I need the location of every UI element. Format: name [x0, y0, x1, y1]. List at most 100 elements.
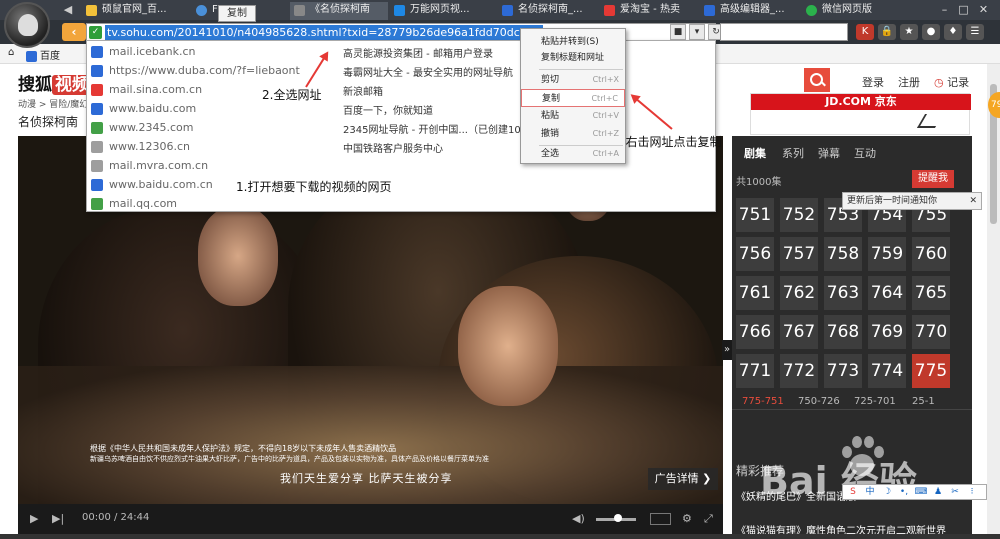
range-tab[interactable]: 725-701 — [854, 396, 896, 407]
episode-button[interactable]: 771 — [736, 354, 774, 388]
episode-button[interactable]: 757 — [780, 237, 818, 271]
ime-tool-icon[interactable]: ✂ — [948, 486, 962, 498]
episode-button[interactable]: 766 — [736, 315, 774, 349]
episode-button[interactable]: 767 — [780, 315, 818, 349]
tab-3-active[interactable]: 《名侦探柯南 — [290, 2, 388, 20]
tab-7[interactable]: 高级编辑器_... — [700, 2, 800, 20]
url-action-icons: ■ ▾ ↻ — [670, 24, 724, 40]
quality-button[interactable] — [650, 513, 672, 525]
url-suggestion-item[interactable]: mail.qq.com — [87, 195, 715, 214]
menu-copy-title-url[interactable]: 复制标题和网址 — [521, 49, 625, 67]
star-icon[interactable]: ★ — [900, 24, 918, 40]
menu-select-all[interactable]: 全选 Ctrl+A — [521, 145, 625, 163]
tab-interact[interactable]: 互动 — [854, 145, 876, 161]
menu-cut[interactable]: 剪切 Ctrl+X — [521, 71, 625, 89]
mode-icon[interactable]: ■ — [670, 24, 686, 40]
range-tab[interactable]: 750-726 — [798, 396, 840, 407]
next-icon[interactable]: ▶| — [52, 512, 64, 525]
close-icon[interactable]: ✕ — [969, 193, 977, 209]
site-favicon-icon — [91, 46, 103, 58]
bookmark-baidu[interactable]: 百度 — [26, 47, 60, 62]
ime-keyboard-icon[interactable]: ⌨ — [914, 486, 928, 498]
minimize-icon[interactable]: – — [936, 2, 953, 17]
suggestion-url: mail.sina.com.cn — [109, 83, 203, 96]
panel-toggle-icon[interactable]: » — [722, 340, 732, 360]
search-button[interactable] — [804, 68, 830, 92]
lock-icon[interactable]: 🔒 — [878, 24, 896, 40]
tab-episodes[interactable]: 剧集 — [744, 145, 766, 161]
tab-6[interactable]: 爱淘宝 - 热卖 — [600, 2, 700, 20]
ime-chinese-icon[interactable]: 中 — [863, 486, 877, 498]
tab-favicon-icon — [394, 5, 405, 16]
jd-ad-banner[interactable]: JD.COM 京东 — [750, 93, 971, 135]
episode-button[interactable]: 773 — [824, 354, 862, 388]
range-tab[interactable]: 775-751 — [742, 396, 784, 407]
tab-favicon-icon — [86, 5, 97, 16]
episode-button[interactable]: 758 — [824, 237, 862, 271]
episode-button[interactable]: 763 — [824, 276, 862, 310]
ad-detail-button[interactable]: 广告详情 ❯ — [648, 468, 718, 490]
ime-dot-icon[interactable]: •, — [897, 486, 911, 498]
tab-8[interactable]: 微信网页版 — [802, 2, 892, 20]
menu-icon[interactable]: ☰ — [966, 24, 984, 40]
volume-icon[interactable]: ◀) — [572, 512, 585, 525]
k-extension-icon[interactable]: K — [856, 24, 874, 40]
url-suggestion-item[interactable]: www.baidu.com.cn — [87, 176, 715, 195]
episode-button[interactable]: 775 — [912, 354, 950, 388]
suggestion-title: 2345网址导航 - 开创中国...（已创建10 — [343, 125, 521, 136]
tab-danmaku[interactable]: 弹幕 — [818, 145, 840, 161]
episode-button[interactable]: 762 — [780, 276, 818, 310]
episode-button[interactable]: 774 — [868, 354, 906, 388]
menu-undo[interactable]: 撤销 Ctrl+Z — [521, 125, 625, 143]
toolbar-icon[interactable]: ● — [922, 24, 940, 40]
ime-s-icon[interactable]: S — [846, 486, 860, 498]
menu-paste[interactable]: 粘贴 Ctrl+V — [521, 107, 625, 125]
episode-button[interactable]: 760 — [912, 237, 950, 271]
settings-icon[interactable]: ⚙ — [682, 512, 692, 525]
status-strip — [0, 534, 1000, 539]
suggestion-url: mail.mvra.com.cn — [109, 159, 209, 172]
close-icon[interactable]: ✕ — [975, 2, 992, 17]
range-tab[interactable]: 25-1 — [912, 396, 935, 407]
ime-menu-icon[interactable]: ⁝ — [965, 486, 979, 498]
back-button[interactable]: ‹ — [62, 23, 86, 41]
register-link[interactable]: 注册 — [898, 74, 920, 90]
episode-button[interactable]: 770 — [912, 315, 950, 349]
search-input[interactable] — [720, 23, 848, 41]
browser-logo-icon[interactable] — [4, 2, 50, 48]
episode-button[interactable]: 759 — [868, 237, 906, 271]
url-text-selected[interactable]: tv.sohu.com/20141010/n404985628.shtml?tx… — [105, 25, 543, 40]
tab-5[interactable]: 名侦探柯南_... — [498, 2, 598, 20]
episode-button[interactable]: 769 — [868, 315, 906, 349]
menu-copy[interactable]: 复制 Ctrl+C — [521, 89, 625, 107]
login-link[interactable]: 登录 — [862, 74, 884, 90]
fullscreen-icon[interactable]: ⤢ — [704, 512, 713, 526]
episode-button[interactable]: 751 — [736, 198, 774, 232]
skin-icon[interactable]: ♦ — [944, 24, 962, 40]
tab-1[interactable]: 硕鼠官网_百... — [82, 2, 190, 20]
episode-button[interactable]: 772 — [780, 354, 818, 388]
ime-moon-icon[interactable]: ☽ — [880, 486, 894, 498]
episode-button[interactable]: 765 — [912, 276, 950, 310]
play-icon[interactable]: ▶ — [30, 512, 38, 525]
episode-button[interactable]: 768 — [824, 315, 862, 349]
tab-series[interactable]: 系列 — [782, 145, 804, 161]
episode-button[interactable]: 752 — [780, 198, 818, 232]
ime-toolbar[interactable]: S 中 ☽ •, ⌨ ♟ ✂ ⁝ — [842, 484, 987, 500]
maximize-icon[interactable]: □ — [955, 2, 972, 17]
sohu-video-logo[interactable]: 搜狐 视频 — [18, 70, 92, 95]
step1-annotation: 1.打开想要下载的视频的网页 — [236, 180, 392, 194]
ime-skin-icon[interactable]: ♟ — [931, 486, 945, 498]
episode-button[interactable]: 756 — [736, 237, 774, 271]
tab-favicon-icon — [604, 5, 615, 16]
dropdown-arrow-icon[interactable]: ▾ — [689, 24, 705, 40]
back-arrow-icon[interactable]: ◀ — [58, 2, 78, 18]
step3-annotation: 3.右击网址点击复制 — [614, 135, 722, 149]
episode-button[interactable]: 764 — [868, 276, 906, 310]
home-icon[interactable]: ⌂ — [8, 47, 14, 58]
remind-button[interactable]: 提醒我 — [912, 170, 954, 188]
volume-knob[interactable] — [614, 514, 622, 522]
tab-4[interactable]: 万能网页视... — [390, 2, 496, 20]
history-link[interactable]: ◷ 记录 — [934, 74, 969, 90]
episode-button[interactable]: 761 — [736, 276, 774, 310]
